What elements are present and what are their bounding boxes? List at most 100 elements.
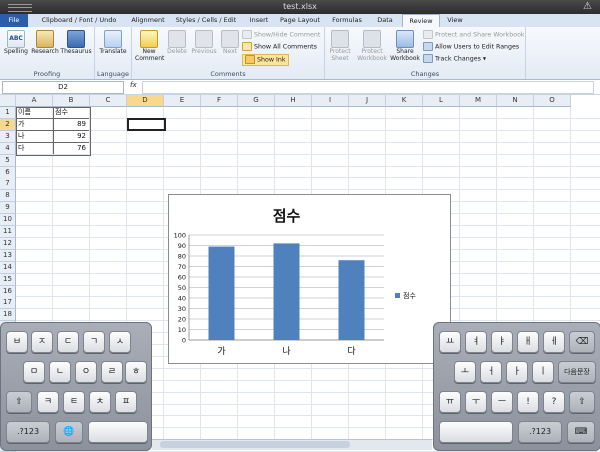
select-all-corner[interactable]	[0, 95, 16, 107]
space-key-right[interactable]	[439, 421, 513, 443]
key-k[interactable]: ㅋ	[37, 391, 59, 413]
key-u[interactable]: ㅜ	[465, 391, 487, 413]
key-d[interactable]: ㄷ	[57, 331, 79, 353]
previous-comment-button[interactable]: Previous	[190, 30, 218, 55]
key-p[interactable]: ㅍ	[115, 391, 137, 413]
key-exclamation[interactable]: !	[517, 391, 539, 413]
tab-styles-cells-edit[interactable]: Styles / Cells / Edit	[170, 14, 242, 27]
name-box[interactable]: D2	[2, 81, 124, 94]
column-header-h[interactable]: H	[275, 95, 312, 107]
column-header-o[interactable]: O	[534, 95, 571, 107]
key-yeo[interactable]: ㅕ	[465, 331, 487, 353]
row-header-14[interactable]: 14	[0, 261, 16, 274]
horizontal-scrollbar[interactable]	[152, 439, 432, 450]
delete-comment-button[interactable]: Delete	[165, 30, 189, 55]
shift-key-left[interactable]: ⇧	[6, 391, 32, 413]
column-header-a[interactable]: A	[16, 95, 53, 107]
next-comment-button[interactable]: Next	[219, 30, 241, 55]
formula-input[interactable]	[142, 81, 594, 94]
show-all-comments-button[interactable]: Show All Comments	[242, 42, 317, 52]
key-eo[interactable]: ㅓ	[480, 361, 502, 383]
row-header-15[interactable]: 15	[0, 273, 16, 286]
tab-file[interactable]: File	[0, 14, 28, 27]
tab-review[interactable]: Review	[402, 14, 440, 28]
key-n[interactable]: ㄴ	[49, 361, 71, 383]
research-button[interactable]: Research	[30, 30, 60, 55]
column-header-n[interactable]: N	[497, 95, 534, 107]
tab-view[interactable]: View	[440, 14, 470, 27]
scroll-thumb[interactable]	[160, 441, 350, 448]
key-ng[interactable]: ㅇ	[75, 361, 97, 383]
protect-share-workbook-button[interactable]: Protect and Share Workbook	[423, 30, 525, 40]
tab-page-layout[interactable]: Page Layout	[276, 14, 324, 27]
key-o[interactable]: ㅗ	[454, 361, 476, 383]
row-header-8[interactable]: 8	[0, 190, 16, 203]
translate-button[interactable]: Translate	[97, 30, 129, 55]
column-header-b[interactable]: B	[53, 95, 90, 107]
key-h[interactable]: ㅎ	[125, 361, 147, 383]
key-yo[interactable]: ㅛ	[439, 331, 461, 353]
allow-users-edit-ranges-button[interactable]: Allow Users to Edit Ranges	[423, 42, 519, 52]
row-header-3[interactable]: 3	[0, 130, 16, 143]
row-header-4[interactable]: 4	[0, 142, 16, 155]
column-header-i[interactable]: I	[312, 95, 349, 107]
bar-chart[interactable]: 점수 0 10 20 30 40 50 60 70 80 90 100 가 나 다 점수	[168, 194, 451, 364]
key-s[interactable]: ㅅ	[109, 331, 131, 353]
key-a[interactable]: ㅏ	[506, 361, 528, 383]
row-header-17[interactable]: 17	[0, 297, 16, 310]
row-header-2[interactable]: 2	[0, 118, 16, 131]
column-header-f[interactable]: F	[201, 95, 238, 107]
show-hide-comment-button[interactable]: Show/Hide Comment	[242, 30, 320, 40]
row-header-1[interactable]: 1	[0, 107, 16, 119]
column-header-d[interactable]: D	[127, 95, 164, 107]
fx-icon[interactable]: fx	[130, 81, 137, 89]
tab-alignment[interactable]: Alignment	[128, 14, 168, 27]
row-header-13[interactable]: 13	[0, 249, 16, 262]
tab-data[interactable]: Data	[370, 14, 400, 27]
backspace-icon[interactable]: ⌫	[569, 331, 595, 353]
row-header-5[interactable]: 5	[0, 154, 16, 167]
key-ch[interactable]: ㅊ	[89, 391, 111, 413]
key-yu[interactable]: ㅠ	[439, 391, 461, 413]
tab-formulas[interactable]: Formulas	[326, 14, 368, 27]
row-header-9[interactable]: 9	[0, 202, 16, 215]
key-m[interactable]: ㅁ	[23, 361, 45, 383]
protect-workbook-button[interactable]: Protect Workbook	[355, 30, 389, 62]
column-header-l[interactable]: L	[423, 95, 460, 107]
hide-keyboard-icon[interactable]: ⌨	[567, 421, 595, 443]
key-ya[interactable]: ㅑ	[491, 331, 513, 353]
shift-key-right[interactable]: ⇧	[569, 391, 595, 413]
row-header-12[interactable]: 12	[0, 237, 16, 250]
numbers-key-left[interactable]: .?123	[6, 421, 50, 443]
column-header-m[interactable]: M	[460, 95, 497, 107]
globe-icon[interactable]: 🌐	[55, 421, 83, 443]
key-i[interactable]: ㅣ	[532, 361, 554, 383]
tab-insert[interactable]: Insert	[244, 14, 274, 27]
key-e[interactable]: ㅔ	[543, 331, 565, 353]
row-header-18[interactable]: 18	[0, 309, 16, 322]
numbers-key-right[interactable]: .?123	[518, 421, 562, 443]
row-header-6[interactable]: 6	[0, 166, 16, 179]
row-header-11[interactable]: 11	[0, 226, 16, 238]
new-comment-button[interactable]: New Comment	[134, 30, 164, 62]
track-changes-button[interactable]: Track Changes ▾	[423, 54, 486, 64]
tab-clipboard-font-undo[interactable]: Clipboard / Font / Undo	[30, 14, 128, 27]
protect-sheet-button[interactable]: Protect Sheet	[326, 30, 354, 62]
share-workbook-button[interactable]: Share Workbook	[389, 30, 421, 62]
row-header-10[interactable]: 10	[0, 214, 16, 227]
key-g[interactable]: ㄱ	[83, 331, 105, 353]
row-header-7[interactable]: 7	[0, 178, 16, 191]
column-header-g[interactable]: G	[238, 95, 275, 107]
next-sentence-key[interactable]: 다음문장	[558, 361, 596, 383]
key-ae[interactable]: ㅐ	[517, 331, 539, 353]
column-header-j[interactable]: J	[349, 95, 386, 107]
column-header-k[interactable]: K	[386, 95, 423, 107]
warning-icon[interactable]: ⚠	[583, 1, 592, 12]
key-question[interactable]: ?	[543, 391, 565, 413]
key-j[interactable]: ㅈ	[31, 331, 53, 353]
key-eu[interactable]: ㅡ	[491, 391, 513, 413]
key-r[interactable]: ㄹ	[101, 361, 123, 383]
row-header-16[interactable]: 16	[0, 285, 16, 298]
key-t[interactable]: ㅌ	[63, 391, 85, 413]
active-cell-d2[interactable]	[127, 118, 166, 131]
